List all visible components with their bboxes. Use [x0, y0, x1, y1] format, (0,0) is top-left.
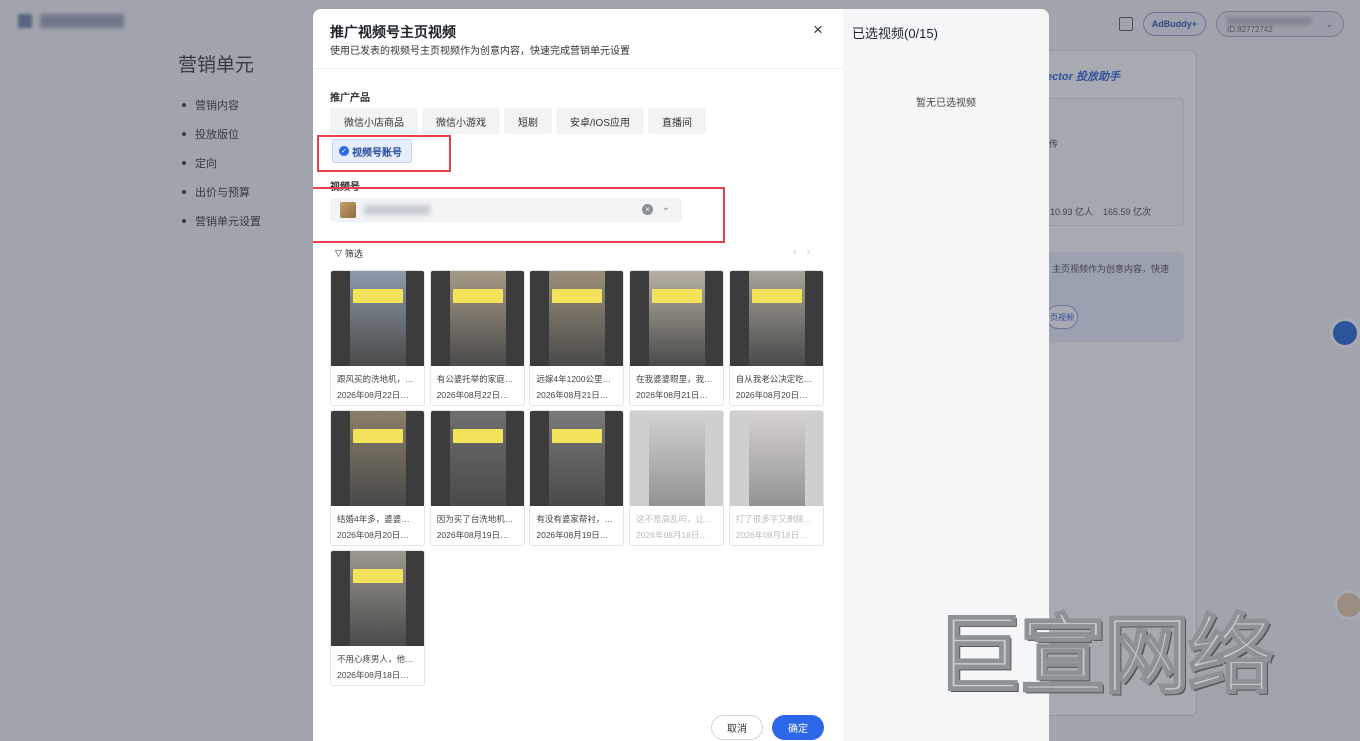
video-card[interactable]: 打了很多字又删除… 2026年08月18日… — [728, 410, 824, 546]
video-title: 远嫁4年1200公里… — [536, 374, 612, 384]
video-picker-pane: 推广视频号主页视频 使用已发表的视频号主页视频作为创意内容，快速完成营销单元设置… — [313, 9, 843, 741]
video-frame — [449, 411, 506, 506]
video-date: 2026年08月18日… — [337, 670, 409, 680]
video-date: 2026年08月19日… — [536, 530, 609, 540]
video-grid: 跟风买的洗地机，… 2026年08月22日… 有公婆托举的家庭… 2026年08月22… — [330, 270, 824, 686]
video-frame — [449, 271, 506, 366]
video-date: 2026年08月18日… — [735, 530, 808, 540]
next-page-icon[interactable]: › — [807, 246, 811, 258]
video-date: 2026年08月21日… — [536, 390, 609, 400]
prev-page-icon[interactable]: ‹ — [793, 246, 797, 258]
filter-icon: ▽ — [335, 248, 342, 258]
tab-channel-account[interactable]: ✓ 视频号账号 — [332, 139, 412, 163]
video-title: 有公婆托举的家庭… — [436, 374, 514, 384]
video-title: 因为买了台洗地机… — [436, 514, 514, 524]
video-frame — [549, 411, 606, 506]
video-thumbnail — [331, 271, 424, 366]
video-caption-sticker — [353, 569, 403, 583]
video-title: 跟风买的洗地机，… — [337, 374, 414, 384]
video-caption-sticker — [452, 289, 503, 303]
video-caption-sticker — [353, 289, 403, 303]
modal-subtitle: 使用已发表的视频号主页视频作为创意内容，快速完成营销单元设置 — [330, 46, 630, 57]
channel-label: 视频号 — [330, 182, 360, 193]
video-date: 2026年08月18日… — [636, 530, 708, 540]
video-card[interactable]: 跟风买的洗地机，… 2026年08月22日… — [330, 270, 425, 406]
video-frame — [748, 411, 805, 506]
video-frame — [649, 271, 706, 366]
video-thumbnail — [729, 271, 823, 366]
video-thumbnail — [331, 411, 424, 506]
channel-avatar — [340, 202, 356, 218]
video-title: 打了很多字又删除… — [735, 514, 813, 524]
video-date: 2026年08月22日… — [337, 390, 409, 400]
channel-select[interactable]: × ⌄ — [330, 198, 682, 222]
video-card[interactable]: 有公婆托举的家庭… 2026年08月22日… — [429, 270, 525, 406]
video-date: 2026年08月22日… — [436, 390, 509, 400]
check-circle-icon: ✓ — [339, 146, 349, 156]
video-card[interactable]: 不用心疼男人，他… 2026年08月18日… — [330, 550, 425, 686]
video-card[interactable]: 有没有婆家帮衬，… 2026年08月19日… — [529, 410, 625, 546]
video-date: 2026年08月20日… — [337, 530, 409, 540]
video-title: 自从我老公决定吃… — [735, 374, 813, 384]
video-date: 2026年08月20日… — [735, 390, 808, 400]
video-card[interactable]: 在我婆婆眼里，我… 2026年08月21日… — [629, 270, 725, 406]
channel-name-blurred — [364, 205, 430, 215]
video-card[interactable]: 结婚4年多，婆婆… 2026年08月20日… — [330, 410, 425, 546]
tab-wechat-store[interactable]: 微信小店商品 — [330, 108, 418, 134]
video-caption-sticker — [552, 429, 603, 443]
video-frame — [549, 271, 606, 366]
cancel-button[interactable]: 取消 — [711, 715, 763, 740]
video-thumbnail — [530, 411, 624, 506]
video-title: 结婚4年多，婆婆… — [337, 514, 410, 524]
selected-title: 已选视频(0/15) — [852, 26, 938, 41]
video-title: 这不是高乱吗，让… — [636, 514, 713, 524]
tab-live-room[interactable]: 直播间 — [648, 108, 707, 134]
pager: ‹ › — [793, 246, 810, 258]
video-frame — [350, 271, 406, 366]
video-frame — [350, 551, 406, 646]
video-caption-sticker — [353, 429, 403, 443]
video-title: 有没有婆家帮衬，… — [536, 514, 613, 524]
chevron-down-icon: ⌄ — [661, 202, 670, 213]
video-caption-sticker — [552, 289, 603, 303]
watermark: 巨宣网络 — [935, 605, 1275, 707]
video-thumbnail — [729, 411, 823, 506]
filter-button[interactable]: ▽ 筛选 — [335, 247, 363, 260]
close-icon[interactable]: × — [813, 20, 823, 40]
clear-icon[interactable]: × — [642, 204, 653, 215]
video-card[interactable]: 因为买了台洗地机… 2026年08月19日… — [429, 410, 525, 546]
video-caption-sticker — [751, 289, 802, 303]
product-tabs: 微信小店商品 微信小游戏 短剧 安卓/IOS应用 直播间 — [330, 108, 707, 134]
video-thumbnail — [630, 271, 724, 366]
confirm-button[interactable]: 确定 — [772, 715, 824, 740]
selected-empty-text: 暂无已选视频 — [916, 98, 976, 109]
video-card[interactable]: 自从我老公决定吃… 2026年08月20日… — [728, 270, 824, 406]
tab-channel-account-label: 视频号账号 — [352, 147, 402, 159]
video-frame — [748, 271, 805, 366]
video-date: 2026年08月21日… — [636, 390, 708, 400]
tab-mini-game[interactable]: 微信小游戏 — [422, 108, 500, 134]
tab-app[interactable]: 安卓/IOS应用 — [556, 108, 645, 134]
video-thumbnail — [530, 271, 624, 366]
video-thumbnail — [331, 551, 424, 646]
video-frame — [649, 411, 706, 506]
video-thumbnail — [630, 411, 724, 506]
video-caption-sticker — [452, 429, 503, 443]
video-title: 在我婆婆眼里，我… — [636, 374, 713, 384]
video-thumbnail — [430, 411, 524, 506]
modal-title: 推广视频号主页视频 — [330, 24, 456, 40]
video-card[interactable]: 这不是高乱吗，让… 2026年08月18日… — [629, 410, 725, 546]
video-caption-sticker — [652, 289, 703, 303]
video-frame — [350, 411, 406, 506]
video-thumbnail — [430, 271, 524, 366]
video-date: 2026年08月19日… — [436, 530, 509, 540]
video-card[interactable]: 远嫁4年1200公里… 2026年08月21日… — [529, 270, 625, 406]
product-label: 推广产品 — [330, 93, 370, 104]
video-title: 不用心疼男人，他… — [337, 654, 414, 664]
tab-short-drama[interactable]: 短剧 — [504, 108, 552, 134]
header-divider — [313, 68, 843, 69]
